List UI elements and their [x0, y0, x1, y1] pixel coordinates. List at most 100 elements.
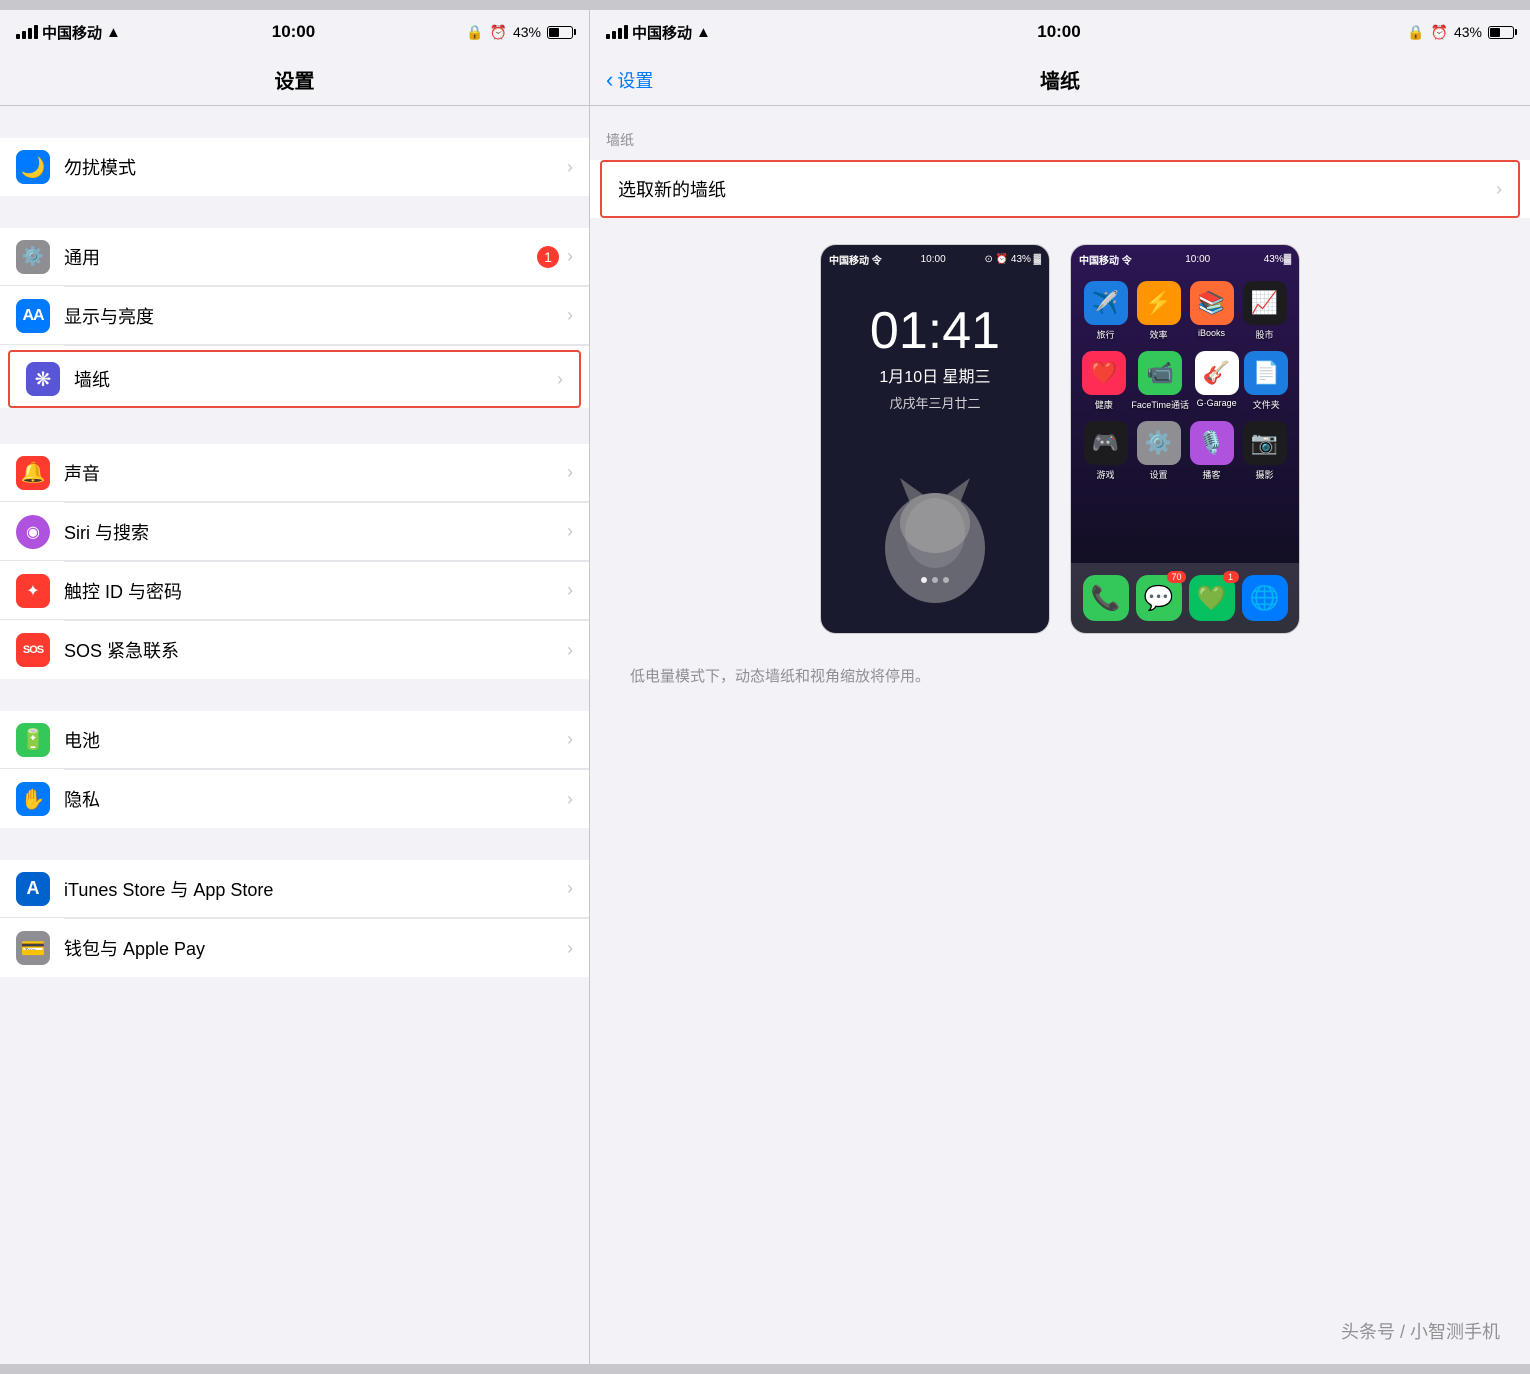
row-wallpaper[interactable]: ❋ 墙纸 ›: [8, 350, 581, 408]
left-settings-list[interactable]: 🌙 勿扰模式 › ⚙️ 通用 1 › AA 显示与亮度 ›: [0, 106, 589, 1364]
wallpaper-icon: ❋: [26, 362, 60, 396]
right-nav-header: ‹ 设置 墙纸: [590, 54, 1530, 106]
preview-home-time: 10:00: [1185, 254, 1210, 265]
row-general[interactable]: ⚙️ 通用 1 ›: [0, 228, 589, 286]
right-alarm-icon: ⏰: [1431, 24, 1448, 41]
row-sos[interactable]: SOS SOS 紧急联系 ›: [0, 621, 589, 679]
back-chevron-icon: ‹: [606, 67, 613, 93]
wallpaper-previews: 中国移动 令 10:00 ⊙ ⏰ 43% ▓ 01:41 1月10日 星期三 戊…: [590, 224, 1530, 654]
wallet-icon: 💳: [16, 931, 50, 965]
back-label: 设置: [617, 67, 653, 93]
dock-phone: 📞: [1083, 575, 1129, 621]
app-garage-label: G·Garage: [1197, 398, 1237, 408]
select-wallpaper-row[interactable]: 选取新的墙纸 ›: [600, 160, 1520, 218]
battery-icon: [547, 26, 573, 39]
row-privacy[interactable]: ✋ 隐私 ›: [0, 770, 589, 828]
wifi-icon: ▲: [106, 24, 121, 41]
bar4: [34, 25, 38, 39]
right-battery-icon: [1488, 26, 1514, 39]
page-dots: [821, 577, 1049, 583]
row-itunes[interactable]: A iTunes Store 与 App Store ›: [0, 860, 589, 918]
app-facetime-icon: 📹: [1138, 351, 1182, 395]
privacy-chevron: ›: [567, 789, 573, 810]
donotdisturb-icon: 🌙: [16, 150, 50, 184]
wallet-chevron: ›: [567, 938, 573, 959]
right-page-title: 墙纸: [1040, 65, 1080, 94]
row-display[interactable]: AA 显示与亮度 ›: [0, 287, 589, 345]
itunes-chevron: ›: [567, 878, 573, 899]
general-chevron: ›: [567, 246, 573, 267]
dot-3: [943, 577, 949, 583]
wallet-label: 钱包与 Apple Pay: [64, 935, 567, 961]
app-health-label: 健康: [1095, 398, 1113, 411]
lock-time: 01:41: [870, 305, 1000, 357]
siri-icon: ◉: [16, 515, 50, 549]
row-battery[interactable]: 🔋 电池 ›: [0, 711, 589, 769]
preview-lock-battery: ⊙ ⏰ 43% ▓: [985, 254, 1041, 265]
app-efficiency: ⚡ 效率: [1137, 281, 1181, 341]
general-icon: ⚙️: [16, 240, 50, 274]
row-touchid[interactable]: ✦ 触控 ID 与密码 ›: [0, 562, 589, 620]
home-row-1: ✈️ 旅行 ⚡ 效率 📚 iBooks: [1079, 281, 1291, 341]
row-wallet[interactable]: 💳 钱包与 Apple Pay ›: [0, 919, 589, 977]
app-facetime-label: FaceTime通话: [1131, 398, 1189, 411]
dock-safari: 🌐: [1242, 575, 1288, 621]
preview-lock-carrier: 中国移动 令: [829, 252, 882, 267]
general-label: 通用: [64, 244, 537, 270]
battery-percent: 43%: [513, 24, 541, 40]
app-games-label: 游戏: [1096, 468, 1114, 481]
messages-badge: 70: [1167, 571, 1185, 583]
battery-label: 电池: [64, 727, 567, 753]
left-page-title: 设置: [275, 65, 315, 94]
lockscreen-preview[interactable]: 中国移动 令 10:00 ⊙ ⏰ 43% ▓ 01:41 1月10日 星期三 戊…: [820, 244, 1050, 634]
preview-lock-status: 中国移动 令 10:00 ⊙ ⏰ 43% ▓: [821, 245, 1049, 273]
row-siri[interactable]: ◉ Siri 与搜索 ›: [0, 503, 589, 561]
right-signal-bars: [606, 25, 628, 39]
rbar2: [612, 31, 616, 39]
app-files-label: 文件夹: [1253, 398, 1280, 411]
right-sep-top: [590, 106, 1530, 122]
home-row-2: ❤️ 健康 📹 FaceTime通话 🎸 G·Garage: [1079, 351, 1291, 411]
lock-date: 1月10日 星期三: [870, 363, 1000, 387]
dot-1: [921, 577, 927, 583]
right-battery-area: 🔒 ⏰ 43%: [1407, 24, 1514, 41]
wallpaper-chevron: ›: [557, 369, 563, 390]
privacy-icon: ✋: [16, 782, 50, 816]
sound-label: 声音: [64, 460, 567, 486]
wallpaper-label: 墙纸: [74, 366, 557, 392]
app-podcast-icon: 🎙️: [1190, 421, 1234, 465]
donotdisturb-chevron: ›: [567, 157, 573, 178]
section-sep-4: [0, 679, 589, 711]
rbar4: [624, 25, 628, 39]
select-wallpaper-chevron: ›: [1496, 179, 1502, 200]
app-files-icon: 📄: [1244, 351, 1288, 395]
app-settings: ⚙️ 设置: [1137, 421, 1181, 481]
row-sound[interactable]: 🔔 声音 ›: [0, 444, 589, 502]
display-label: 显示与亮度: [64, 303, 567, 329]
app-travel: ✈️ 旅行: [1084, 281, 1128, 341]
app-games-icon: 🎮: [1084, 421, 1128, 465]
wallpaper-note: 低电量模式下，动态墙纸和视角缩放将停用。: [590, 654, 1530, 701]
app-stocks-icon: 📈: [1243, 281, 1287, 325]
back-button[interactable]: ‹ 设置: [606, 67, 653, 93]
home-row-3: 🎮 游戏 ⚙️ 设置 🎙️ 播客: [1079, 421, 1291, 481]
homescreen-preview[interactable]: 中国移动 令 10:00 43%▓ ✈️ 旅行 ⚡: [1070, 244, 1300, 634]
home-grid: ✈️ 旅行 ⚡ 效率 📚 iBooks: [1071, 273, 1299, 499]
app-games: 🎮 游戏: [1084, 421, 1128, 481]
section-sep-3: [0, 412, 589, 444]
wechat-badge: 1: [1223, 571, 1239, 583]
row-donotdisturb[interactable]: 🌙 勿扰模式 ›: [0, 138, 589, 196]
dock-messages: 💬 70: [1136, 575, 1182, 621]
rbar3: [618, 28, 622, 39]
cat-area: [865, 432, 1005, 633]
siri-chevron: ›: [567, 521, 573, 542]
dot-2: [932, 577, 938, 583]
section-donotdisturb: 🌙 勿扰模式 ›: [0, 138, 589, 196]
itunes-icon: A: [16, 872, 50, 906]
cat-shape: [865, 458, 1005, 608]
lockscreen-time-area: 01:41 1月10日 星期三 戊戌年三月廿二: [870, 305, 1000, 412]
app-efficiency-icon: ⚡: [1137, 281, 1181, 325]
lock-icon: 🔒: [466, 24, 483, 41]
rbar1: [606, 34, 610, 39]
bar3: [28, 28, 32, 39]
